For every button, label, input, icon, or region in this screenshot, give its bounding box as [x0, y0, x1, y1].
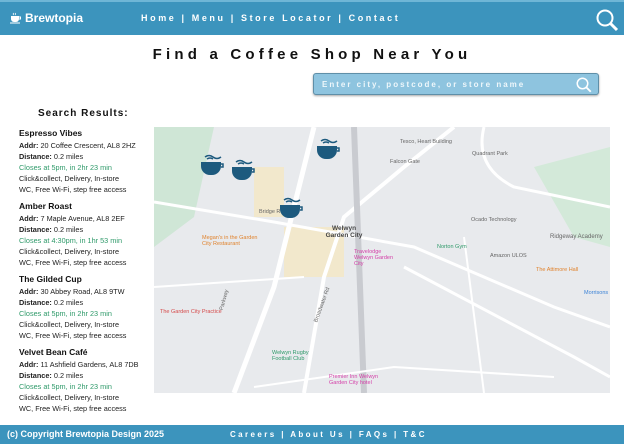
- nav-store-locator[interactable]: Store Locator: [241, 13, 333, 23]
- nav-contact[interactable]: Contact: [349, 13, 401, 23]
- map-label: Ocado Technology: [471, 217, 517, 223]
- map-label: Norton Gym: [437, 244, 467, 250]
- search-icon[interactable]: [575, 76, 593, 94]
- result-item[interactable]: Velvet Bean Café Addr: 11 Ashfield Garde…: [19, 347, 154, 414]
- shop-distance: 0.2 miles: [53, 371, 84, 380]
- addr-label: Addr:: [19, 287, 39, 296]
- brand-name: Brewtopia: [25, 11, 84, 25]
- coffee-shop-marker[interactable]: [230, 158, 256, 182]
- map-label-town: Welwyn Garden City: [325, 225, 363, 239]
- shop-address: 20 Coffee Crescent, AL8 2HZ: [40, 141, 136, 150]
- shop-name[interactable]: The Gilded Cup: [19, 274, 154, 285]
- map-label: Megan's in the Garden City Restaurant: [202, 235, 258, 247]
- map-label: The Garden City Practice: [160, 309, 222, 315]
- copyright-text: (c) Copyright Brewtopia Design 2025: [7, 429, 165, 439]
- map-label: Quadrant Park: [472, 151, 508, 157]
- distance-label: Distance:: [19, 225, 52, 234]
- shop-services: Click&collect, Delivery, In-store: [19, 174, 120, 183]
- results-heading: Search Results:: [38, 108, 129, 119]
- map-label: Amazon ULOS: [490, 253, 527, 259]
- brand-logo[interactable]: Brewtopia: [10, 11, 83, 25]
- addr-label: Addr:: [19, 360, 39, 369]
- shop-amenities: WC, Free Wi-Fi, step free access: [19, 331, 127, 340]
- shop-name[interactable]: Espresso Vibes: [19, 128, 154, 139]
- shop-services: Click&collect, Delivery, In-store: [19, 393, 120, 402]
- distance-label: Distance:: [19, 152, 52, 161]
- map-label: Falcon Gate: [390, 159, 420, 165]
- addr-label: Addr:: [19, 214, 39, 223]
- coffee-shop-marker[interactable]: [278, 196, 304, 220]
- shop-address: 11 Ashfield Gardens, AL8 7DB: [40, 360, 139, 369]
- distance-label: Distance:: [19, 298, 52, 307]
- main-nav: Home | Menu | Store Locator | Contact: [141, 13, 401, 23]
- shop-amenities: WC, Free Wi-Fi, step free access: [19, 404, 127, 413]
- map-label: Morrisons: [584, 290, 609, 296]
- shop-distance: 0.2 miles: [53, 152, 84, 161]
- nav-home[interactable]: Home: [141, 13, 176, 23]
- store-search-box: [313, 73, 599, 95]
- coffee-shop-marker[interactable]: [155, 127, 181, 128]
- shop-distance: 0.2 miles: [53, 225, 84, 234]
- footer-link-about-us[interactable]: About Us: [290, 430, 345, 439]
- map-label: Welwyn Rugby Football Club: [272, 350, 309, 362]
- shop-name[interactable]: Amber Roast: [19, 201, 154, 212]
- closing-time: Closes at 5pm, in 2hr 23 min: [19, 382, 112, 391]
- footer-link-careers[interactable]: Careers: [230, 430, 277, 439]
- addr-label: Addr:: [19, 141, 39, 150]
- map-label: Travelodge Welwyn Garden City: [354, 249, 394, 267]
- coffee-shop-marker[interactable]: [199, 153, 225, 177]
- search-icon[interactable]: [595, 8, 619, 32]
- result-item[interactable]: The Gilded Cup Addr: 30 Abbey Road, AL8 …: [19, 274, 154, 341]
- shop-distance: 0.2 miles: [53, 298, 84, 307]
- footer-links: Careers | About Us | FAQs | T&C: [230, 430, 427, 439]
- coffee-shop-marker[interactable]: [315, 137, 341, 161]
- results-list: Espresso Vibes Addr: 20 Coffee Crescent,…: [19, 128, 154, 420]
- result-item[interactable]: Espresso Vibes Addr: 20 Coffee Crescent,…: [19, 128, 154, 195]
- closing-time: Closes at 4:30pm, in 1hr 53 min: [19, 236, 123, 245]
- store-map[interactable]: Welwyn Garden City Tesco, Heart Building…: [154, 127, 610, 393]
- nav-menu[interactable]: Menu: [192, 13, 226, 23]
- footer: (c) Copyright Brewtopia Design 2025 Care…: [0, 425, 624, 444]
- closing-time: Closes at 5pm, in 2hr 23 min: [19, 163, 112, 172]
- shop-services: Click&collect, Delivery, In-store: [19, 320, 120, 329]
- coffee-cup-icon: [10, 12, 21, 24]
- shop-address: 30 Abbey Road, AL8 9TW: [40, 287, 125, 296]
- map-label: The Attimore Hall: [536, 267, 579, 273]
- store-search-input[interactable]: [314, 74, 564, 95]
- footer-link-tandc[interactable]: T&C: [403, 430, 427, 439]
- closing-time: Closes at 5pm, in 2hr 23 min: [19, 309, 112, 318]
- shop-amenities: WC, Free Wi-Fi, step free access: [19, 258, 127, 267]
- shop-services: Click&collect, Delivery, In-store: [19, 247, 120, 256]
- footer-link-faqs[interactable]: FAQs: [359, 430, 390, 439]
- map-label: Tesco, Heart Building: [400, 139, 452, 145]
- top-nav-bar: Brewtopia Home | Menu | Store Locator | …: [0, 0, 624, 35]
- map-label: Ridgeway Academy: [550, 234, 603, 240]
- shop-name[interactable]: Velvet Bean Café: [19, 347, 154, 358]
- page-title: Find a Coffee Shop Near You: [152, 46, 472, 63]
- result-item[interactable]: Amber Roast Addr: 7 Maple Avenue, AL8 2E…: [19, 201, 154, 268]
- shop-amenities: WC, Free Wi-Fi, step free access: [19, 185, 127, 194]
- distance-label: Distance:: [19, 371, 52, 380]
- shop-address: 7 Maple Avenue, AL8 2EF: [40, 214, 125, 223]
- map-label: Premier Inn Welwyn Garden City hotel: [329, 374, 379, 386]
